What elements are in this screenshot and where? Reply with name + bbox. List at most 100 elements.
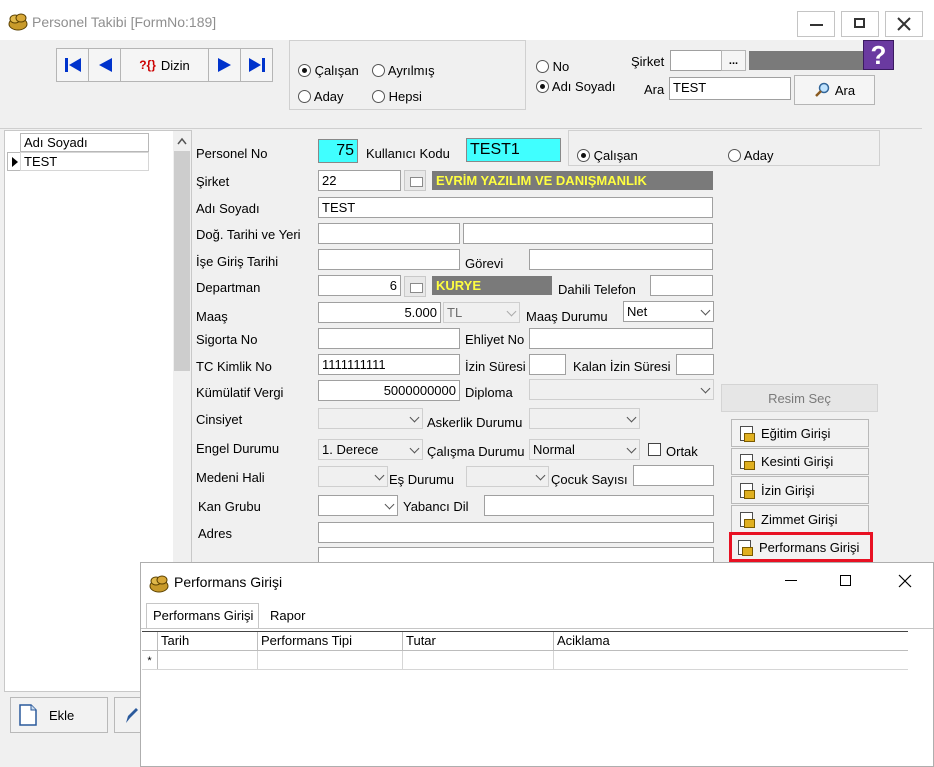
es-durumu-select[interactable] [466,466,549,487]
filter-aday[interactable]: Aday [298,89,344,104]
filter-calisan[interactable]: Çalışan [298,63,359,78]
row-indicator [7,152,21,171]
zimmet-girisi-button[interactable]: Zimmet Girişi [731,505,869,533]
maximize-button[interactable] [841,11,879,37]
sirket-lookup-icon[interactable] [404,170,426,191]
previous-record-button[interactable] [88,48,121,82]
ekle-button[interactable]: Ekle [10,697,108,733]
departman-code-field[interactable]: 6 [318,275,401,296]
adres-field-line1[interactable] [318,522,714,543]
dogum-tarihi-field[interactable] [318,223,460,244]
ise-giris-field[interactable] [318,249,460,270]
filter-hepsi[interactable]: Hepsi [372,89,422,104]
gorevi-field[interactable] [529,249,713,270]
kesinti-girisi-button[interactable]: Kesinti Girişi [731,448,869,475]
cocuk-field[interactable] [633,465,714,486]
list-header-adi-soyadi[interactable]: Adı Soyadı [20,133,149,152]
column-tutar[interactable]: Tutar [403,632,554,650]
radio-aday[interactable] [298,90,311,103]
type-calisan[interactable]: Çalışan [577,148,638,163]
popup-close-icon[interactable] [898,574,912,588]
sirket-field-label: Şirket [196,174,230,189]
cell-performans-tipi[interactable] [258,651,403,669]
cell-tutar[interactable] [403,651,554,669]
maas-durumu-select[interactable]: Net [623,301,714,322]
column-performans-tipi[interactable]: Performans Tipi [258,632,403,650]
sigorta-no-field[interactable] [318,328,460,349]
adi-soyadi-label: Adı Soyadı [196,201,260,216]
medeni-select[interactable] [318,466,388,487]
popup-maximize-icon[interactable] [840,575,851,586]
table-row[interactable]: * [142,651,908,670]
departman-lookup-icon[interactable] [404,276,426,297]
ehliyet-no-field[interactable] [529,328,713,349]
chevron-down-icon [384,499,395,510]
dogum-yeri-field[interactable] [463,223,713,244]
calisma-select[interactable]: Normal [529,439,640,460]
minimize-button[interactable] [797,11,835,37]
type-aday[interactable]: Aday [728,148,774,163]
tab-performans-girisi[interactable]: Performans Girişi [146,603,259,629]
adres-field-line2[interactable] [318,547,714,562]
izin-suresi-field[interactable] [529,354,566,375]
search-input[interactable]: TEST [669,77,791,100]
maas-field[interactable]: 5.000 [318,302,441,323]
diploma-select[interactable] [529,379,714,400]
tab-divider [141,628,933,629]
egitim-girisi-button[interactable]: Eğitim Girişi [731,419,869,447]
kullanici-kodu-field[interactable]: TEST1 [466,138,561,162]
status-filter-group: Çalışan Ayrılmış Aday Hepsi [289,40,526,110]
yabanci-dil-field[interactable] [484,495,714,516]
last-record-button[interactable] [240,48,273,82]
tab-rapor[interactable]: Rapor [261,605,325,627]
engel-select[interactable]: 1. Derece [318,439,423,460]
adi-soyadi-field[interactable]: TEST [318,197,713,218]
radio-hepsi[interactable] [372,90,385,103]
app-logo-icon [149,575,169,593]
help-icon[interactable]: ? [863,40,894,70]
close-button[interactable] [885,11,923,37]
list-item[interactable]: TEST [20,152,149,171]
kalan-izin-field[interactable] [676,354,714,375]
askerlik-select[interactable] [529,408,640,429]
sirket-lookup-button[interactable]: ... [721,50,746,71]
cinsiyet-select[interactable] [318,408,423,429]
grid-corner [142,632,158,650]
sirket-code-input[interactable] [670,50,722,71]
search-mode-name[interactable]: Adı Soyadı [536,79,616,94]
performans-girisi-window: Performans Girişi Performans Girişi Rapo… [140,562,934,767]
column-aciklama[interactable]: Aciklama [554,632,908,650]
cell-aciklama[interactable] [554,651,908,669]
radio-no[interactable] [536,60,549,73]
tc-kimlik-field[interactable]: 1111111111 [318,354,460,375]
personel-no-field[interactable]: 75 [318,139,358,163]
scroll-thumb[interactable] [174,151,190,371]
chevron-down-icon [409,412,420,423]
radio-ayrilmis[interactable] [372,64,385,77]
filter-ayrilmis[interactable]: Ayrılmış [372,63,435,78]
performans-girisi-button[interactable]: Performans Girişi [729,532,873,562]
sirket-code-field[interactable]: 22 [318,170,401,191]
radio-calisan[interactable] [298,64,311,77]
app-logo-icon [8,13,28,31]
next-record-button[interactable] [208,48,241,82]
radio-type-calisan[interactable] [577,149,590,162]
resim-sec-button[interactable]: Resim Seç [721,384,878,412]
search-mode-no[interactable]: No [536,59,569,74]
search-button[interactable]: Ara [794,75,875,105]
izin-girisi-button[interactable]: İzin Girişi [731,476,869,504]
kan-grubu-select[interactable] [318,495,398,516]
dahili-telefon-field[interactable] [650,275,713,296]
form-icon [740,482,755,499]
kumulatif-vergi-field[interactable]: 5000000000 [318,380,460,401]
index-button[interactable]: ?{} Dizin [120,48,209,82]
scroll-up-icon[interactable] [177,137,187,145]
ortak-checkbox[interactable] [648,443,661,456]
radio-adi-soyadi[interactable] [536,80,549,93]
popup-minimize-icon[interactable] [785,580,797,581]
column-tarih[interactable]: Tarih [158,632,258,650]
radio-type-aday[interactable] [728,149,741,162]
currency-select[interactable]: TL [443,302,520,323]
cell-tarih[interactable] [158,651,258,669]
first-record-button[interactable] [56,48,89,82]
